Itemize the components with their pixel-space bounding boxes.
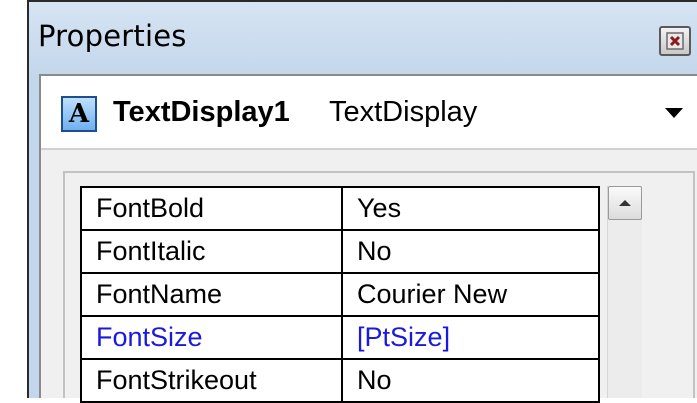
properties-panel: A TextDisplay1 TextDisplay FontBold Yes …: [39, 74, 697, 403]
property-grid-area: FontBold Yes FontItalic No FontName Cour…: [63, 171, 695, 403]
scroll-up-arrow-icon: [619, 200, 631, 206]
property-grid: FontBold Yes FontItalic No FontName Cour…: [79, 186, 600, 403]
property-row[interactable]: FontStrikeout No: [79, 358, 600, 403]
close-button[interactable]: [659, 26, 691, 56]
property-name[interactable]: FontItalic: [79, 229, 344, 274]
window-title: Properties: [38, 19, 187, 53]
properties-window: Properties A TextDisplay1 TextDisplay Fo…: [27, 0, 697, 403]
property-value[interactable]: No: [341, 229, 600, 274]
property-row[interactable]: FontBold Yes: [79, 186, 600, 231]
property-value[interactable]: No: [341, 358, 600, 403]
title-bar: Properties: [29, 2, 697, 74]
scroll-up-button[interactable]: [608, 186, 642, 220]
property-row[interactable]: FontSize [PtSize]: [79, 315, 600, 360]
property-row[interactable]: FontItalic No: [79, 229, 600, 274]
property-value[interactable]: Courier New: [341, 272, 600, 317]
vertical-scrollbar[interactable]: [607, 186, 642, 398]
property-name[interactable]: FontStrikeout: [79, 358, 344, 403]
text-display-icon: A: [61, 96, 97, 132]
object-type: TextDisplay: [329, 96, 478, 128]
property-name[interactable]: FontBold: [79, 186, 344, 231]
chevron-down-icon[interactable]: [665, 108, 683, 118]
object-selector-dropdown[interactable]: A TextDisplay1 TextDisplay: [41, 76, 697, 150]
property-name[interactable]: FontName: [79, 272, 344, 317]
close-icon: [666, 32, 684, 50]
property-name[interactable]: FontSize: [79, 315, 344, 360]
object-name: TextDisplay1: [113, 96, 290, 128]
property-value[interactable]: [PtSize]: [341, 315, 600, 360]
property-row[interactable]: FontName Courier New: [79, 272, 600, 317]
property-value[interactable]: Yes: [341, 186, 600, 231]
